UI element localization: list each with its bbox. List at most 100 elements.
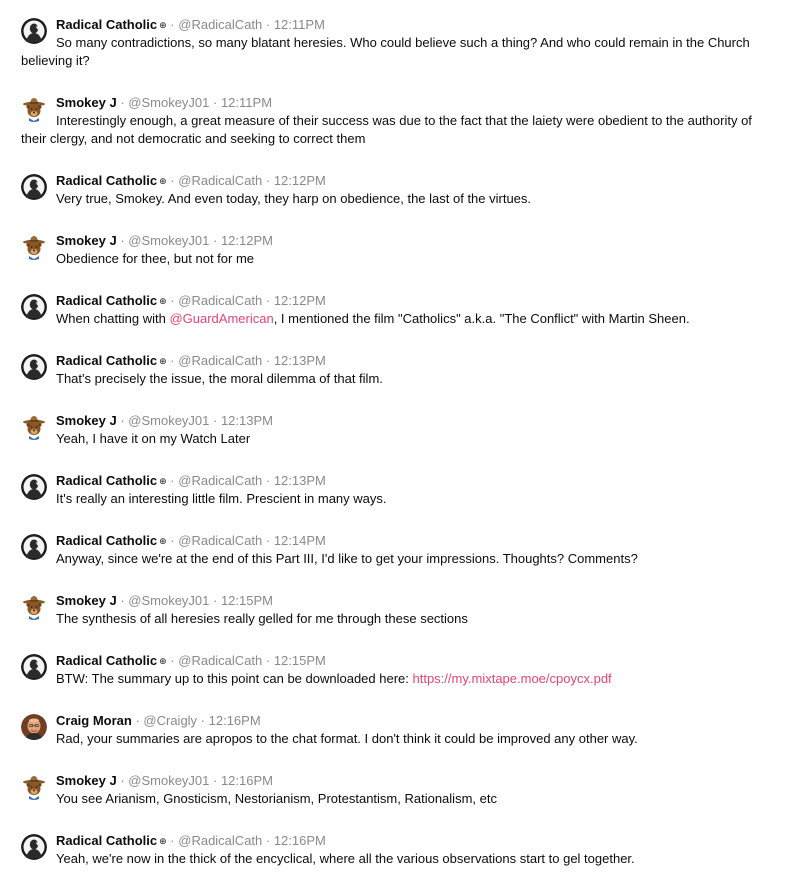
cross-badge-icon: ⊕ bbox=[159, 356, 167, 366]
user-handle[interactable]: @RadicalCath bbox=[178, 473, 262, 488]
message-text: That's precisely the issue, the moral di… bbox=[56, 371, 383, 386]
username[interactable]: Smokey J bbox=[56, 233, 117, 248]
username[interactable]: Radical Catholic bbox=[56, 17, 157, 32]
separator: · bbox=[262, 17, 274, 32]
message-text: When chatting with @GuardAmerican, I men… bbox=[21, 310, 776, 328]
cross-badge-icon: ⊕ bbox=[159, 836, 167, 846]
separator: · bbox=[166, 293, 179, 308]
user-handle[interactable]: @SmokeyJ01 bbox=[128, 233, 209, 248]
user-handle[interactable]: @RadicalCath bbox=[178, 653, 262, 668]
separator: · bbox=[262, 293, 274, 308]
timestamp[interactable]: 12:16PM bbox=[274, 833, 326, 848]
message-header: Radical Catholic ⊕ · @RadicalCath · 12:11… bbox=[56, 16, 325, 34]
separator: · bbox=[166, 173, 179, 188]
username[interactable]: Radical Catholic bbox=[56, 353, 157, 368]
user-handle[interactable]: @RadicalCath bbox=[178, 173, 262, 188]
separator: · bbox=[116, 95, 129, 110]
cross-badge-icon: ⊕ bbox=[159, 536, 167, 546]
cross-badge-icon: ⊕ bbox=[159, 176, 167, 186]
message-text: Yeah, I have it on my Watch Later bbox=[56, 431, 251, 446]
user-handle[interactable]: @RadicalCath bbox=[178, 17, 262, 32]
username[interactable]: Radical Catholic bbox=[56, 653, 157, 668]
separator: · bbox=[197, 713, 209, 728]
cross-badge-icon: ⊕ bbox=[159, 20, 167, 30]
username[interactable]: Craig Moran bbox=[56, 713, 132, 728]
timestamp[interactable]: 12:12PM bbox=[274, 293, 326, 308]
separator: · bbox=[209, 593, 221, 608]
chat-log: Radical Catholic ⊕ · @RadicalCath · 12:11… bbox=[0, 0, 794, 882]
separator: · bbox=[209, 233, 221, 248]
message-text: You see Arianism, Gnosticism, Nestoriani… bbox=[56, 791, 497, 806]
separator: · bbox=[209, 95, 221, 110]
separator: · bbox=[166, 353, 179, 368]
user-handle[interactable]: @Craigly bbox=[143, 713, 197, 728]
message-text: Yeah, we're now in the thick of the ency… bbox=[56, 851, 635, 866]
timestamp[interactable]: 12:15PM bbox=[274, 653, 326, 668]
username[interactable]: Radical Catholic bbox=[56, 293, 157, 308]
message-header: Smokey J · @SmokeyJ01 · 12:13PM bbox=[56, 412, 273, 430]
message-text: Very true, Smokey. And even today, they … bbox=[56, 191, 532, 206]
timestamp[interactable]: 12:12PM bbox=[221, 233, 273, 248]
message-header: Smokey J · @SmokeyJ01 · 12:12PM bbox=[56, 232, 273, 250]
timestamp[interactable]: 12:13PM bbox=[274, 473, 326, 488]
timestamp[interactable]: 12:16PM bbox=[221, 773, 273, 788]
separator: · bbox=[262, 173, 274, 188]
separator: · bbox=[116, 413, 129, 428]
user-handle[interactable]: @RadicalCath bbox=[178, 353, 262, 368]
message-header: Smokey J · @SmokeyJ01 · 12:15PM bbox=[56, 592, 273, 610]
separator: · bbox=[166, 473, 179, 488]
timestamp[interactable]: 12:12PM bbox=[274, 173, 326, 188]
username[interactable]: Radical Catholic bbox=[56, 833, 157, 848]
cross-badge-icon: ⊕ bbox=[159, 476, 167, 486]
message-header: Radical Catholic ⊕ · @RadicalCath · 12:15… bbox=[56, 652, 326, 670]
message-header: Radical Catholic ⊕ · @RadicalCath · 12:14… bbox=[56, 532, 326, 550]
separator: · bbox=[262, 653, 274, 668]
message-header: Radical Catholic ⊕ · @RadicalCath · 12:13… bbox=[56, 352, 326, 370]
timestamp[interactable]: 12:11PM bbox=[221, 95, 272, 110]
user-handle[interactable]: @RadicalCath bbox=[178, 833, 262, 848]
message-header: Radical Catholic ⊕ · @RadicalCath · 12:16… bbox=[56, 832, 326, 850]
user-handle[interactable]: @SmokeyJ01 bbox=[128, 413, 209, 428]
message-text: So many contradictions, so many blatant … bbox=[21, 35, 750, 68]
separator: · bbox=[209, 773, 221, 788]
message-text: The synthesis of all heresies really gel… bbox=[56, 611, 468, 626]
username[interactable]: Radical Catholic bbox=[56, 473, 157, 488]
username[interactable]: Smokey J bbox=[56, 593, 117, 608]
timestamp[interactable]: 12:14PM bbox=[274, 533, 326, 548]
user-handle[interactable]: @SmokeyJ01 bbox=[128, 95, 209, 110]
message-header: Radical Catholic ⊕ · @RadicalCath · 12:12… bbox=[56, 292, 326, 310]
timestamp[interactable]: 12:13PM bbox=[221, 413, 273, 428]
separator: · bbox=[166, 533, 179, 548]
user-handle[interactable]: @RadicalCath bbox=[178, 293, 262, 308]
message-header: Radical Catholic ⊕ · @RadicalCath · 12:13… bbox=[56, 472, 326, 490]
separator: · bbox=[166, 653, 179, 668]
timestamp[interactable]: 12:13PM bbox=[274, 353, 326, 368]
separator: · bbox=[262, 833, 274, 848]
user-handle[interactable]: @SmokeyJ01 bbox=[128, 773, 209, 788]
username[interactable]: Smokey J bbox=[56, 773, 117, 788]
timestamp[interactable]: 12:16PM bbox=[209, 713, 261, 728]
message-text: Anyway, since we're at the end of this P… bbox=[56, 551, 638, 566]
user-mention-link[interactable]: @GuardAmerican bbox=[169, 311, 273, 326]
timestamp[interactable]: 12:11PM bbox=[274, 17, 325, 32]
separator: · bbox=[262, 533, 274, 548]
cross-badge-icon: ⊕ bbox=[159, 656, 167, 666]
cross-badge-icon: ⊕ bbox=[159, 296, 167, 306]
timestamp[interactable]: 12:15PM bbox=[221, 593, 273, 608]
user-handle[interactable]: @RadicalCath bbox=[178, 533, 262, 548]
message-header: Radical Catholic ⊕ · @RadicalCath · 12:12… bbox=[56, 172, 326, 190]
username[interactable]: Radical Catholic bbox=[56, 533, 157, 548]
message-text: Rad, your summaries are apropos to the c… bbox=[56, 731, 638, 746]
separator: · bbox=[131, 713, 144, 728]
username[interactable]: Smokey J bbox=[56, 413, 117, 428]
message-text: It's really an interesting little film. … bbox=[56, 491, 387, 506]
message-text: BTW: The summary up to this point can be… bbox=[21, 670, 776, 688]
user-handle[interactable]: @SmokeyJ01 bbox=[128, 593, 209, 608]
separator: · bbox=[166, 17, 179, 32]
separator: · bbox=[116, 593, 129, 608]
username[interactable]: Smokey J bbox=[56, 95, 117, 110]
separator: · bbox=[116, 773, 129, 788]
url-link[interactable]: https://my.mixtape.moe/cpoycx.pdf bbox=[413, 671, 612, 686]
message-header: Smokey J · @SmokeyJ01 · 12:11PM bbox=[56, 94, 272, 112]
username[interactable]: Radical Catholic bbox=[56, 173, 157, 188]
